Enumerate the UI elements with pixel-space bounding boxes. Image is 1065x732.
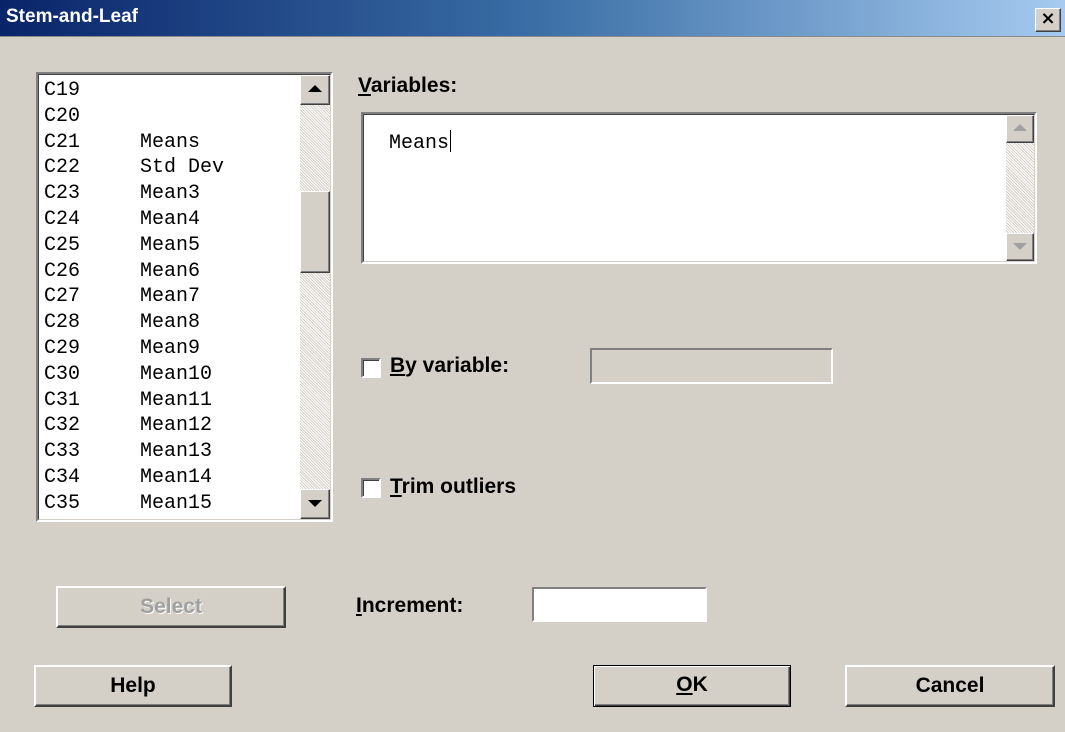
column-id: C26 — [44, 259, 81, 283]
list-item[interactable]: C24 Mean4 — [44, 207, 299, 233]
column-id: C28 — [44, 311, 81, 335]
trim-outliers-checkbox[interactable] — [361, 478, 381, 498]
increment-input[interactable] — [532, 587, 707, 622]
column-name: Mean9 — [140, 336, 201, 360]
text-caret — [450, 130, 452, 152]
increment-label: Increment: — [356, 594, 464, 617]
column-name: Mean12 — [140, 414, 213, 438]
column-name: Mean10 — [140, 362, 213, 386]
close-button[interactable]: × — [1035, 8, 1061, 32]
column-name: Mean6 — [140, 259, 201, 283]
column-name: Mean14 — [140, 465, 213, 489]
column-id: C19 — [44, 79, 81, 102]
variables-value: Means — [389, 132, 450, 155]
column-name: Mean15 — [140, 491, 213, 515]
arrow-down-icon — [308, 500, 322, 507]
column-id: C24 — [44, 207, 81, 231]
list-item[interactable]: C33 Mean13 — [44, 439, 299, 465]
variables-input[interactable]: Means — [361, 112, 1037, 264]
ok-button[interactable]: OK — [593, 665, 791, 707]
column-id: C22 — [44, 156, 81, 180]
column-id: C29 — [44, 336, 81, 360]
column-id: C34 — [44, 465, 81, 489]
column-listbox[interactable]: C19 C20 C21 Means C22 Std Dev C23 Mean3 C24 Mean4… — [36, 72, 333, 522]
column-name: Mean8 — [140, 311, 201, 335]
list-item[interactable]: C21 Means — [44, 130, 299, 156]
column-id: C33 — [44, 440, 81, 464]
list-item[interactable]: C20 — [44, 104, 299, 130]
variables-label: Variables: — [358, 74, 458, 97]
arrow-up-icon — [1013, 124, 1027, 131]
column-name: Mean7 — [140, 285, 201, 309]
list-item[interactable]: C27 Mean7 — [44, 284, 299, 310]
help-button[interactable]: Help — [34, 665, 232, 707]
column-name: Mean5 — [140, 233, 201, 257]
column-id: C20 — [44, 104, 81, 128]
list-item[interactable]: C35 Mean15 — [44, 491, 299, 517]
column-name: Means — [140, 130, 201, 154]
scroll-down-button[interactable] — [300, 489, 330, 519]
column-list: C19 C20 C21 Means C22 Std Dev C23 Mean3 C24 Mean4… — [44, 78, 299, 517]
variables-scrollbar[interactable] — [1006, 115, 1034, 261]
trim-outliers-label[interactable]: Trim outliers — [390, 475, 516, 499]
column-id: C21 — [44, 130, 81, 154]
list-item[interactable]: C28 Mean8 — [44, 310, 299, 336]
scroll-thumb[interactable] — [300, 191, 330, 273]
column-id: C32 — [44, 414, 81, 438]
list-item[interactable]: C19 — [44, 78, 299, 104]
column-id: C25 — [44, 233, 81, 257]
window-title: Stem-and-Leaf — [6, 6, 138, 27]
column-name: Mean4 — [140, 207, 201, 231]
arrow-down-icon — [1013, 243, 1027, 250]
list-item[interactable]: C30 Mean10 — [44, 362, 299, 388]
list-scrollbar[interactable] — [300, 75, 330, 519]
by-variable-field[interactable] — [590, 348, 833, 384]
by-variable-label[interactable]: By variable: — [390, 354, 509, 378]
list-item[interactable]: C26 Mean6 — [44, 259, 299, 285]
list-item[interactable]: C25 Mean5 — [44, 233, 299, 259]
list-item[interactable]: C23 Mean3 — [44, 181, 299, 207]
cancel-button[interactable]: Cancel — [845, 665, 1055, 707]
column-id: C30 — [44, 362, 81, 386]
list-item[interactable]: C31 Mean11 — [44, 388, 299, 414]
close-icon: × — [1040, 8, 1056, 29]
list-item[interactable]: C32 Mean12 — [44, 413, 299, 439]
column-name: Mean3 — [140, 182, 201, 206]
column-name: Mean13 — [140, 440, 213, 464]
list-item[interactable]: C34 Mean14 — [44, 465, 299, 491]
column-id: C23 — [44, 182, 81, 206]
variables-scroll-up-button[interactable] — [1006, 115, 1034, 143]
list-item[interactable]: C22 Std Dev — [44, 155, 299, 181]
title-bar: Stem-and-Leaf × — [0, 0, 1065, 37]
column-name: Mean11 — [140, 388, 213, 412]
column-id: C35 — [44, 491, 81, 515]
scroll-up-button[interactable] — [300, 75, 330, 105]
by-variable-checkbox[interactable] — [361, 358, 381, 378]
select-button[interactable]: Select — [56, 586, 286, 628]
column-id: C27 — [44, 285, 81, 309]
column-id: C31 — [44, 388, 81, 412]
variables-scroll-down-button[interactable] — [1006, 233, 1034, 261]
arrow-up-icon — [308, 85, 322, 92]
list-item[interactable]: C29 Mean9 — [44, 336, 299, 362]
column-name: Std Dev — [140, 156, 225, 180]
